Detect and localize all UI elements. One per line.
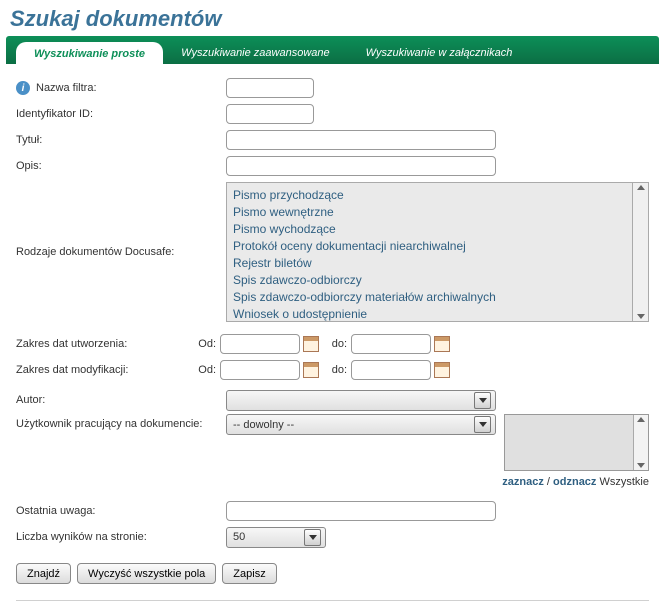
created-to-input[interactable] bbox=[351, 334, 431, 354]
calendar-icon[interactable] bbox=[303, 336, 319, 352]
label-user-working: Użytkownik pracujący na dokumencie: bbox=[16, 414, 226, 430]
label-results-per-page: Liczba wyników na stronie: bbox=[16, 531, 226, 543]
action-buttons: Znajdź Wyczyść wszystkie pola Zapisz bbox=[0, 559, 665, 594]
results-per-page-select[interactable]: 50 bbox=[226, 527, 326, 548]
selection-box[interactable] bbox=[504, 414, 649, 471]
last-remark-input[interactable] bbox=[226, 501, 496, 521]
label-description: Opis: bbox=[16, 160, 226, 172]
save-button[interactable]: Zapisz bbox=[222, 563, 276, 584]
find-button[interactable]: Znajdź bbox=[16, 563, 71, 584]
modified-to-input[interactable] bbox=[351, 360, 431, 380]
doc-type-option[interactable]: Spis zdawczo-odbiorczy materiałów archiw… bbox=[233, 289, 626, 306]
separator bbox=[16, 600, 649, 601]
label-last-remark: Ostatnia uwaga: bbox=[16, 505, 226, 517]
scroll-up-icon bbox=[637, 417, 645, 422]
doc-types-scrollbar[interactable] bbox=[633, 182, 649, 322]
label-identifier-id: Identyfikator ID: bbox=[16, 108, 226, 120]
select-all-link[interactable]: zaznacz bbox=[502, 476, 544, 488]
label-modified-range: Zakres dat modyfikacji: bbox=[16, 364, 186, 376]
dropdown-icon bbox=[474, 392, 491, 409]
label-author: Autor: bbox=[16, 394, 226, 406]
user-working-select[interactable]: -- dowolny -- bbox=[226, 414, 496, 435]
scroll-up-icon bbox=[637, 185, 645, 190]
author-select[interactable] bbox=[226, 390, 496, 411]
doc-type-option[interactable]: Rejestr biletów bbox=[233, 255, 626, 272]
scroll-down-icon bbox=[637, 314, 645, 319]
doc-type-option[interactable]: Spis zdawczo-odbiorczy bbox=[233, 272, 626, 289]
label-created-range: Zakres dat utworzenia: bbox=[16, 338, 186, 350]
calendar-icon[interactable] bbox=[434, 362, 450, 378]
label-from-1: Od: bbox=[186, 338, 220, 350]
tab-simple-search[interactable]: Wyszukiwanie proste bbox=[16, 42, 163, 65]
label-title: Tytuł: bbox=[16, 134, 226, 146]
calendar-icon[interactable] bbox=[434, 336, 450, 352]
title-input[interactable] bbox=[226, 130, 496, 150]
tab-attachments-search[interactable]: Wyszukiwanie w załącznikach bbox=[348, 41, 531, 64]
dropdown-icon bbox=[304, 529, 321, 546]
created-from-input[interactable] bbox=[220, 334, 300, 354]
identifier-id-input[interactable] bbox=[226, 104, 314, 124]
deselect-all-link[interactable]: odznacz bbox=[553, 476, 596, 488]
search-form: i Nazwa filtra: Identyfikator ID: Tytuł:… bbox=[0, 64, 665, 559]
label-doc-types: Rodzaje dokumentów Docusafe: bbox=[16, 182, 226, 322]
page-title: Szukaj dokumentów bbox=[0, 0, 665, 36]
label-filter-name: Nazwa filtra: bbox=[36, 82, 97, 94]
filter-name-input[interactable] bbox=[226, 78, 314, 98]
tab-bar: Wyszukiwanie proste Wyszukiwanie zaawans… bbox=[6, 36, 659, 64]
label-from-2: Od: bbox=[186, 364, 220, 376]
description-input[interactable] bbox=[226, 156, 496, 176]
dropdown-icon bbox=[474, 416, 491, 433]
info-icon: i bbox=[16, 81, 30, 95]
doc-types-list[interactable]: Pismo przychodzącePismo wewnętrznePismo … bbox=[226, 182, 633, 322]
doc-type-option[interactable]: Wniosek o udostępnienie bbox=[233, 306, 626, 322]
mark-links: zaznacz / odznacz Wszystkie bbox=[226, 476, 649, 488]
tab-advanced-search[interactable]: Wyszukiwanie zaawansowane bbox=[163, 41, 348, 64]
doc-type-option[interactable]: Pismo wychodzące bbox=[233, 221, 626, 238]
label-to-2: do: bbox=[325, 364, 351, 376]
calendar-icon[interactable] bbox=[303, 362, 319, 378]
results-per-page-value: 50 bbox=[233, 531, 245, 543]
scroll-down-icon bbox=[637, 463, 645, 468]
clear-all-button[interactable]: Wyczyść wszystkie pola bbox=[77, 563, 216, 584]
user-working-value: -- dowolny -- bbox=[233, 419, 294, 431]
doc-type-option[interactable]: Pismo przychodzące bbox=[233, 187, 626, 204]
selection-scrollbar[interactable] bbox=[633, 415, 648, 470]
doc-type-option[interactable]: Protokół oceny dokumentacji niearchiwaln… bbox=[233, 238, 626, 255]
label-to-1: do: bbox=[325, 338, 351, 350]
modified-from-input[interactable] bbox=[220, 360, 300, 380]
doc-type-option[interactable]: Pismo wewnętrzne bbox=[233, 204, 626, 221]
